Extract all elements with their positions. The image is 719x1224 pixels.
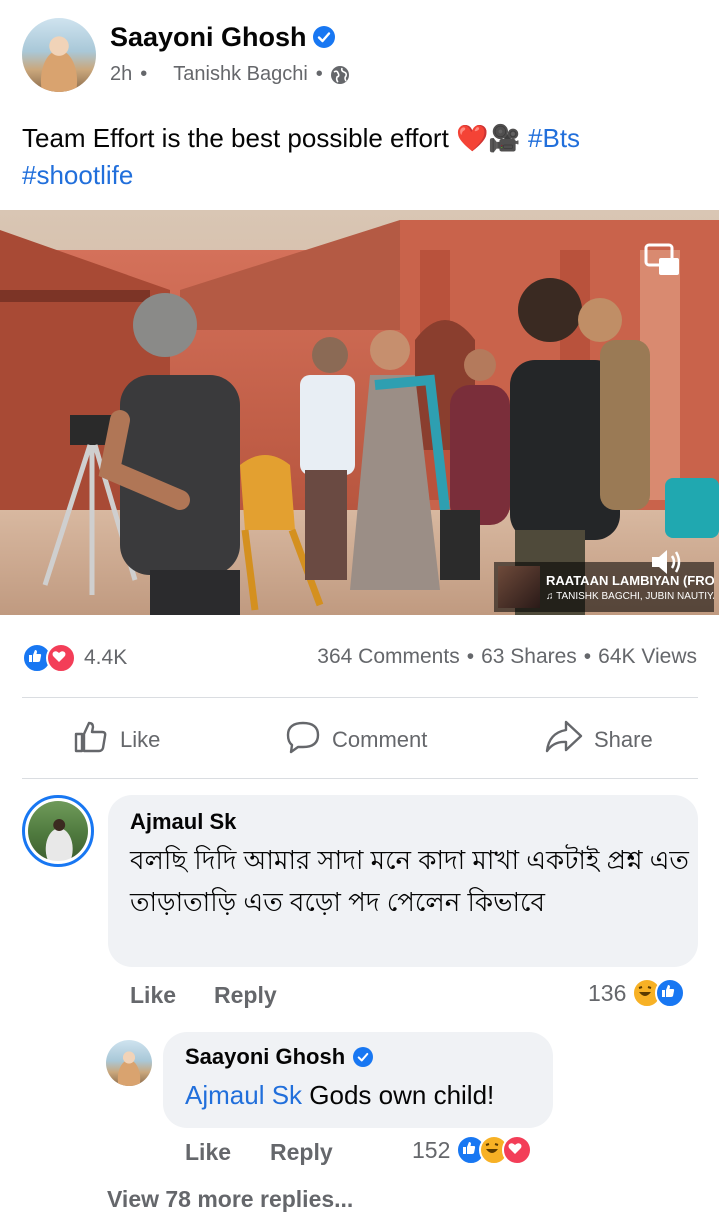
reply-like-button[interactable]: Like xyxy=(185,1139,231,1166)
reply-author-row: Saayoni Ghosh xyxy=(185,1044,374,1070)
share-button[interactable]: Share xyxy=(544,720,653,760)
post-message: Team Effort is the best possible effort … xyxy=(22,123,521,153)
reaction-summary[interactable]: 4.4K xyxy=(22,643,127,673)
reply-author-avatar-image xyxy=(106,1040,152,1086)
verified-badge-icon xyxy=(312,26,335,48)
comment-label: Comment xyxy=(332,727,428,752)
reply-reaction-count: 152 xyxy=(412,1136,451,1163)
author-name[interactable]: Saayoni Ghosh xyxy=(110,22,307,53)
tagged-person[interactable]: Tanishk Bagchi xyxy=(173,63,308,86)
album-art xyxy=(498,566,540,608)
divider xyxy=(22,697,698,698)
share-label: Share xyxy=(594,727,653,752)
comments-count[interactable]: 364 Comments xyxy=(317,645,459,669)
meta-separator: • xyxy=(140,63,148,85)
comment-reaction-count: 136 xyxy=(588,979,627,1006)
author-avatar-image xyxy=(22,18,96,92)
commenter-avatar[interactable] xyxy=(22,795,94,867)
verified-badge-icon xyxy=(353,1047,374,1067)
hashtag-shootlife[interactable]: #shootlife xyxy=(22,160,133,190)
fullscreen-icon[interactable] xyxy=(643,242,681,278)
post-time[interactable]: 2h xyxy=(110,63,132,86)
song-artists: ♫ TANISHK BAGCHI, JUBIN NAUTIYAL, ASE... xyxy=(546,590,714,602)
comment-button[interactable]: Comment xyxy=(284,720,427,760)
comment-text: বলছি দিদি আমার সাদা মনে কাদা মাখা একটাই … xyxy=(130,845,689,917)
thumbs-up-icon xyxy=(72,718,110,762)
commenter-avatar-image xyxy=(28,801,88,861)
author-avatar[interactable] xyxy=(22,18,96,92)
reply-text: Gods own child! xyxy=(309,1080,495,1110)
view-more-replies-link[interactable]: View 78 more replies... xyxy=(107,1186,353,1213)
reply-reactions[interactable]: 152 xyxy=(412,1135,533,1165)
comment-bubble: Ajmaul Sk বলছি দিদি আমার সাদা মনে কাদা ম… xyxy=(108,795,698,967)
globe-icon xyxy=(329,64,351,86)
comment-reactions[interactable]: 136 xyxy=(588,978,686,1008)
video-frame-image xyxy=(0,210,719,615)
reaction-count: 4.4K xyxy=(84,646,128,669)
views-count: 64K Views xyxy=(598,645,697,668)
stats-separator: • xyxy=(466,645,475,668)
comment-reply-button[interactable]: Reply xyxy=(214,982,277,1009)
author-name-row: Saayoni Ghosh xyxy=(110,20,335,54)
volume-icon[interactable] xyxy=(648,545,684,579)
stats-separator: • xyxy=(583,645,592,668)
comment-bubble-icon xyxy=(284,718,322,762)
like-label: Like xyxy=(120,727,161,752)
post-video[interactable]: RAATAAN LAMBIYAN (FROM... ♫ TANISHK BAGC… xyxy=(0,210,719,615)
commenter-name[interactable]: Ajmaul Sk xyxy=(130,809,236,835)
love-reaction-icon xyxy=(502,1135,533,1165)
share-arrow-icon xyxy=(544,718,584,762)
reply-author-name[interactable]: Saayoni Ghosh xyxy=(185,1044,345,1070)
song-title: RAATAAN LAMBIYAN (FROM... xyxy=(546,572,714,588)
love-reaction-icon xyxy=(46,643,76,673)
engagement-stats: 364 Comments • 63 Shares • 64K Views xyxy=(317,645,697,669)
reply-bubble: Saayoni Ghosh Ajmaul Sk Gods own child! xyxy=(163,1032,553,1128)
divider xyxy=(22,778,698,779)
hashtag-bts[interactable]: #Bts xyxy=(528,123,580,153)
post-meta: 2h • Tanishk Bagchi • xyxy=(110,63,351,86)
post-text: Team Effort is the best possible effort … xyxy=(22,120,702,194)
like-button[interactable]: Like xyxy=(72,720,160,760)
reply-reply-button[interactable]: Reply xyxy=(270,1139,333,1166)
shares-count[interactable]: 63 Shares xyxy=(481,645,577,669)
meta-separator: • xyxy=(315,63,323,85)
reply-text-row: Ajmaul Sk Gods own child! xyxy=(185,1080,494,1111)
reply-mention[interactable]: Ajmaul Sk xyxy=(185,1080,302,1110)
like-reaction-icon xyxy=(655,978,686,1008)
reply-author-avatar[interactable] xyxy=(106,1040,152,1086)
comment-like-button[interactable]: Like xyxy=(130,982,176,1009)
